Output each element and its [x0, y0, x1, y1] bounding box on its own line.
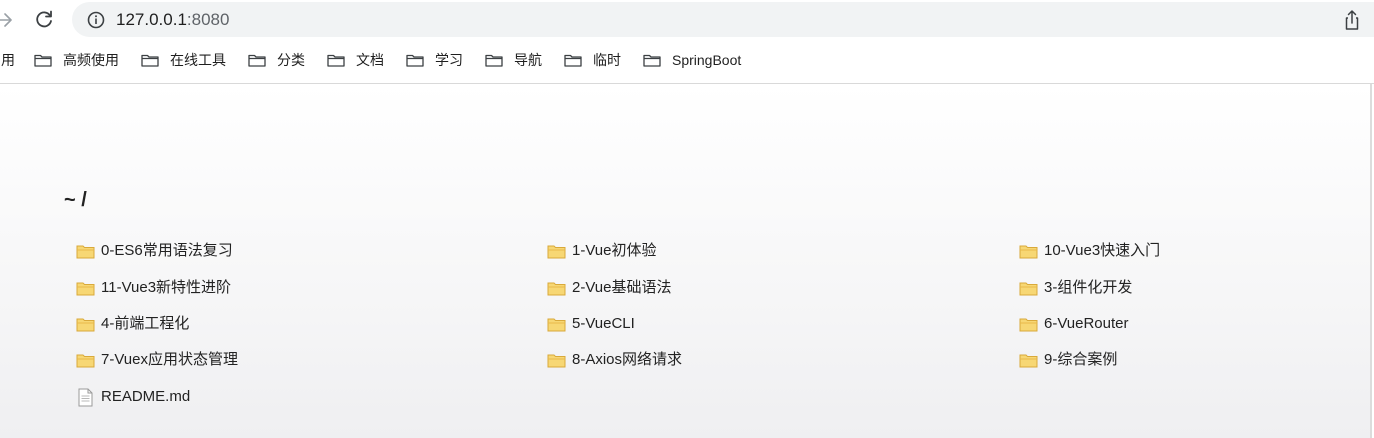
bookmark-label: 临时 [593, 52, 621, 68]
entry-name: README.md [101, 388, 191, 405]
folder-entry[interactable]: 1-Vue初体验 [547, 239, 656, 263]
folder-outline-icon [327, 54, 345, 67]
browser-toolbar: 127.0.0.1:8080 [0, 0, 1374, 40]
entry-name: 0-ES6常用语法复习 [101, 242, 233, 259]
entry-name: 2-Vue基础语法 [572, 279, 672, 296]
reload-icon[interactable] [33, 9, 55, 31]
folder-icon [76, 245, 95, 258]
arrow-right-icon[interactable] [0, 9, 14, 31]
bookmark-folder[interactable]: 学习 [406, 51, 463, 69]
folder-entry[interactable]: 9-综合案例 [1019, 348, 1117, 372]
url-host: 127.0.0.1 [116, 10, 187, 29]
folder-entry[interactable]: 6-VueRouter [1019, 312, 1129, 336]
bookmark-label: 导航 [514, 52, 542, 68]
bookmark-partial-label[interactable]: 用 [1, 51, 15, 69]
folder-outline-icon [34, 54, 52, 67]
entry-name: 5-VueCLI [572, 315, 635, 332]
folder-icon [1019, 282, 1038, 295]
entry-name: 6-VueRouter [1044, 315, 1129, 332]
folder-icon [76, 318, 95, 331]
folder-entry[interactable]: 0-ES6常用语法复习 [76, 239, 233, 263]
file-entry[interactable]: README.md [76, 385, 190, 409]
bookmark-folder[interactable]: 在线工具 [141, 51, 226, 69]
entry-name: 9-综合案例 [1044, 351, 1118, 368]
folder-entry[interactable]: 2-Vue基础语法 [547, 276, 671, 300]
folder-entry[interactable]: 5-VueCLI [547, 312, 635, 336]
bookmark-folder[interactable]: 高频使用 [34, 51, 119, 69]
bookmark-label: 分类 [277, 52, 305, 68]
bookmark-label: 在线工具 [170, 52, 226, 68]
entry-name: 10-Vue3快速入门 [1044, 242, 1161, 259]
folder-icon [76, 354, 95, 367]
bookmark-folder[interactable]: 导航 [485, 51, 542, 69]
folder-icon [1019, 318, 1038, 331]
folder-entry[interactable]: 3-组件化开发 [1019, 276, 1132, 300]
document-icon [78, 388, 93, 406]
folder-entry[interactable]: 11-Vue3新特性进阶 [76, 276, 231, 300]
entry-name: 7-Vuex应用状态管理 [101, 351, 238, 368]
folder-icon [547, 245, 566, 258]
folder-outline-icon [141, 54, 159, 67]
bookmarks-bar: 用 高频使用 在线工具 分类 文档 学习 导航 临时 SpringBoot [0, 40, 1374, 84]
folder-icon [547, 354, 566, 367]
bookmark-folder[interactable]: 分类 [248, 51, 305, 69]
entry-name: 4-前端工程化 [101, 315, 190, 332]
entry-name: 1-Vue初体验 [572, 242, 657, 259]
address-bar[interactable] [72, 2, 1374, 37]
folder-icon [1019, 245, 1038, 258]
bookmark-folder[interactable]: 临时 [564, 51, 621, 69]
bookmark-folder[interactable]: SpringBoot [643, 51, 741, 69]
info-circle-icon[interactable] [86, 10, 106, 30]
directory-listing-page: ~ / 0-ES6常用语法复习 1-Vue初体验 10-Vue3快速入门 11-… [0, 84, 1372, 438]
entry-name: 3-组件化开发 [1044, 279, 1133, 296]
folder-icon [547, 318, 566, 331]
folder-outline-icon [248, 54, 266, 67]
bookmark-label: 学习 [435, 52, 463, 68]
folder-icon [76, 282, 95, 295]
folder-entry[interactable]: 4-前端工程化 [76, 312, 189, 336]
folder-entry[interactable]: 7-Vuex应用状态管理 [76, 348, 238, 372]
folder-outline-icon [485, 54, 503, 67]
bookmark-label: SpringBoot [672, 52, 742, 68]
folder-outline-icon [643, 54, 661, 67]
url-text[interactable]: 127.0.0.1:8080 [116, 9, 229, 31]
bookmark-label: 高频使用 [63, 52, 119, 68]
folder-icon [1019, 354, 1038, 367]
bookmark-folder-list: 高频使用 在线工具 分类 文档 学习 导航 临时 SpringBoot [34, 51, 763, 69]
entry-name: 11-Vue3新特性进阶 [101, 279, 232, 296]
folder-icon [547, 282, 566, 295]
folder-entry[interactable]: 10-Vue3快速入门 [1019, 239, 1160, 263]
bookmark-label: 文档 [356, 52, 384, 68]
url-port: :8080 [186, 10, 230, 29]
folder-outline-icon [406, 54, 424, 67]
folder-outline-icon [564, 54, 582, 67]
entry-name: 8-Axios网络请求 [572, 351, 683, 368]
share-icon[interactable] [1341, 8, 1363, 32]
folder-entry[interactable]: 8-Axios网络请求 [547, 348, 682, 372]
path-breadcrumb: ~ / [64, 189, 87, 211]
bookmark-folder[interactable]: 文档 [327, 51, 384, 69]
